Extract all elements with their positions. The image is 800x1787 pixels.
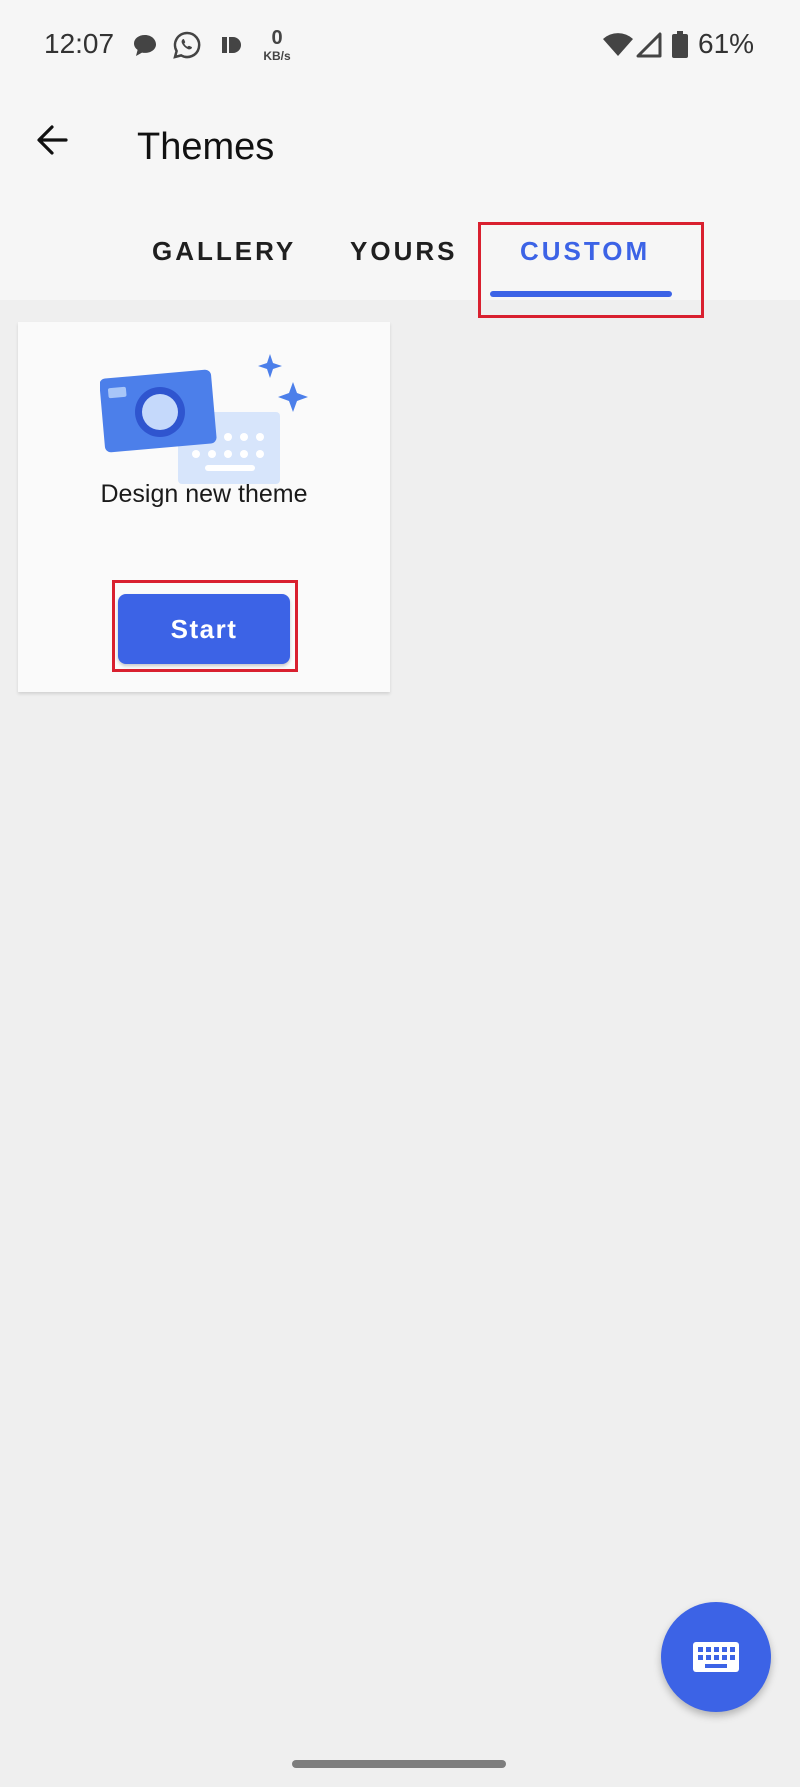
whatsapp-icon [173, 31, 201, 59]
tab-gallery[interactable]: GALLERY [152, 236, 296, 267]
pandora-icon [222, 37, 241, 53]
network-speed: 0 KB/s [260, 28, 294, 62]
camera-keyboard-illustration [100, 354, 308, 484]
back-button[interactable] [26, 114, 78, 166]
keyboard-fab[interactable] [661, 1602, 771, 1712]
tab-yours[interactable]: YOURS [350, 236, 457, 267]
network-speed-unit: KB/s [263, 49, 291, 63]
highlight-box-custom-tab [478, 222, 704, 318]
wifi-icon [603, 33, 633, 56]
arrow-back-icon [37, 125, 68, 155]
signal-icon [636, 32, 662, 58]
status-bar: 12:07 0 KB/s 61% [0, 0, 800, 92]
status-time: 12:07 [44, 28, 115, 59]
highlight-box-start-button [112, 580, 298, 672]
battery-percent: 61% [698, 28, 755, 59]
page-title: Themes [137, 126, 275, 168]
chat-bubble-icon [134, 35, 156, 56]
gesture-nav-handle[interactable] [292, 1760, 506, 1768]
card-title: Design new theme [100, 480, 308, 508]
network-speed-value: 0 [271, 27, 283, 49]
keyboard-icon [693, 1642, 739, 1672]
battery-icon [672, 31, 688, 58]
